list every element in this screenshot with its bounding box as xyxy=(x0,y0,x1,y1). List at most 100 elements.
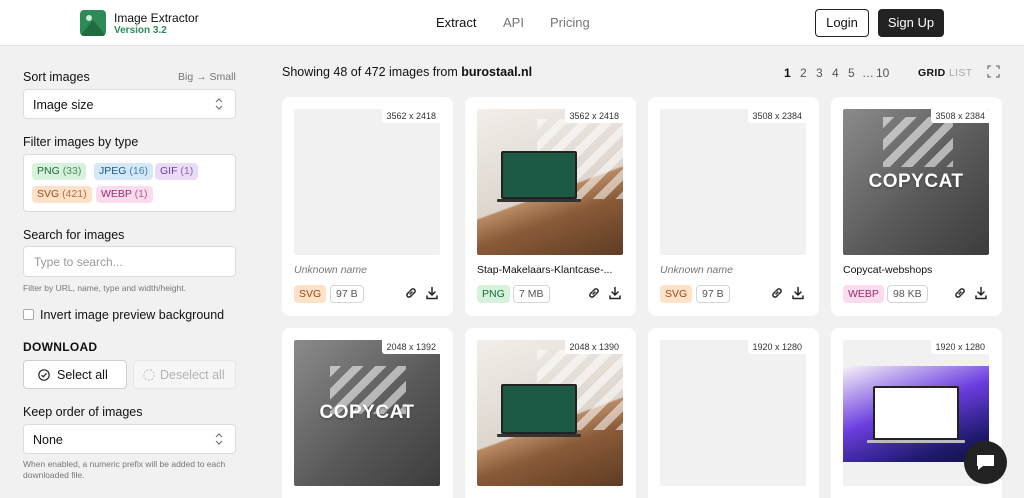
image-size-badge: 98 KB xyxy=(887,285,928,303)
sort-hint: Big → Small xyxy=(178,71,236,83)
sort-label: Sort images xyxy=(23,70,90,84)
view-list-toggle[interactable]: LIST xyxy=(949,67,972,79)
sort-select[interactable]: Image size xyxy=(23,89,236,119)
app-logo-icon[interactable] xyxy=(80,10,106,36)
filter-box: PNG (33) JPEG (16) GIF (1) SVG (421) WEB… xyxy=(23,154,236,212)
nav-api[interactable]: API xyxy=(503,15,524,30)
fullscreen-icon[interactable] xyxy=(987,65,1000,78)
deselect-all-button[interactable]: Deselect all xyxy=(133,360,236,389)
image-card[interactable]: 3562 x 2418 Unknown name SVG 97 B xyxy=(282,97,453,316)
link-icon[interactable] xyxy=(770,286,784,300)
page-4[interactable]: 4 xyxy=(832,66,839,80)
page-2[interactable]: 2 xyxy=(800,66,807,80)
invert-checkbox[interactable] xyxy=(23,309,34,320)
filter-tag-jpeg[interactable]: JPEG (16) xyxy=(94,163,154,180)
link-icon[interactable] xyxy=(404,286,418,300)
image-name: Unknown name xyxy=(294,264,367,276)
sort-hint-to: Small xyxy=(209,71,236,83)
image-thumbnail[interactable]: 2048 x 1392 COPYCAT xyxy=(294,340,440,486)
image-card[interactable]: 3508 x 2384 COPYCAT Copycat-webshops WEB… xyxy=(831,97,1002,316)
select-all-button[interactable]: Select all xyxy=(23,360,127,389)
page-ellipsis: … xyxy=(862,66,874,80)
order-note: When enabled, a numeric prefix will be a… xyxy=(23,459,226,480)
image-dimensions: 2048 x 1392 xyxy=(382,340,440,354)
view-grid-toggle[interactable]: GRID xyxy=(918,67,945,79)
arrow-right-icon: → xyxy=(196,71,207,83)
filter-tag-webp[interactable]: WEBP (1) xyxy=(96,186,153,203)
image-type-badge: SVG xyxy=(660,285,693,303)
filter-type: SVG xyxy=(37,188,60,200)
filter-count: (1) xyxy=(180,165,194,177)
image-dimensions: 3562 x 2418 xyxy=(565,109,623,123)
image-thumbnail[interactable]: 3562 x 2418 xyxy=(294,109,440,255)
page-10[interactable]: 10 xyxy=(876,66,889,80)
image-dimensions: 3508 x 2384 xyxy=(931,109,989,123)
image-type-badge: SVG xyxy=(294,285,327,303)
chat-bubble-icon xyxy=(977,455,994,470)
order-select[interactable]: None xyxy=(23,424,236,454)
sidebar: Sort images Big → Small Image size Filte… xyxy=(0,46,258,498)
filter-label: Filter images by type xyxy=(23,135,139,149)
image-card[interactable]: 2048 x 1390 xyxy=(465,328,636,498)
download-title: DOWNLOAD xyxy=(23,340,98,354)
image-size-badge: 7 MB xyxy=(513,285,550,303)
image-name: Unknown name xyxy=(660,264,733,276)
login-button[interactable]: Login xyxy=(815,9,869,37)
signup-button[interactable]: Sign Up xyxy=(878,9,944,37)
invert-label[interactable]: Invert image preview background xyxy=(40,308,224,322)
filter-count: (33) xyxy=(62,165,82,177)
laptop-base xyxy=(497,434,581,437)
filter-tag-png[interactable]: PNG (33) xyxy=(32,163,87,180)
download-icon[interactable] xyxy=(425,286,439,300)
filter-type: PNG xyxy=(37,165,60,177)
image-thumbnail[interactable]: 3508 x 2384 xyxy=(660,109,806,255)
deselect-all-label: Deselect all xyxy=(160,368,225,382)
nav-extract[interactable]: Extract xyxy=(436,15,476,30)
copycat-overlay-text: COPYCAT xyxy=(319,402,415,423)
page-1[interactable]: 1 xyxy=(784,66,791,80)
image-thumbnail[interactable]: 3508 x 2384 COPYCAT xyxy=(843,109,989,255)
filter-type: WEBP xyxy=(101,188,132,200)
link-icon[interactable] xyxy=(587,286,601,300)
filter-type: JPEG xyxy=(99,165,127,177)
download-icon[interactable] xyxy=(608,286,622,300)
select-all-label: Select all xyxy=(57,368,108,382)
download-icon[interactable] xyxy=(974,286,988,300)
image-name: Stap-Makelaars-Klantcase-... xyxy=(477,264,613,276)
laptop-screen xyxy=(501,151,577,199)
search-input[interactable] xyxy=(23,246,236,277)
chevron-up-down-icon xyxy=(215,433,223,445)
app-title[interactable]: Image Extractor xyxy=(114,11,199,25)
image-card[interactable]: 1920 x 1280 xyxy=(648,328,819,498)
page-3[interactable]: 3 xyxy=(816,66,823,80)
check-circle-icon xyxy=(38,369,50,381)
image-dimensions: 3562 x 2418 xyxy=(382,109,440,123)
results-summary: Showing 48 of 472 images from burostaal.… xyxy=(282,65,532,79)
image-dimensions: 3508 x 2384 xyxy=(748,109,806,123)
download-icon[interactable] xyxy=(791,286,805,300)
filter-tag-gif[interactable]: GIF (1) xyxy=(155,163,199,180)
laptop-base xyxy=(867,440,965,443)
sort-hint-from: Big xyxy=(178,71,194,83)
image-thumbnail[interactable]: 3562 x 2418 xyxy=(477,109,623,255)
image-type-badge: PNG xyxy=(477,285,510,303)
link-icon[interactable] xyxy=(953,286,967,300)
image-thumbnail[interactable]: 2048 x 1390 xyxy=(477,340,623,486)
filter-tag-svg[interactable]: SVG (421) xyxy=(32,186,92,203)
image-card[interactable]: 3562 x 2418 Stap-Makelaars-Klantcase-...… xyxy=(465,97,636,316)
chat-button[interactable] xyxy=(964,441,1007,484)
top-bar: Image Extractor Version 3.2 Extract API … xyxy=(0,0,1024,46)
laptop-screen xyxy=(873,386,959,440)
results-count-text: Showing 48 of 472 images from xyxy=(282,65,458,79)
image-dimensions: 2048 x 1390 xyxy=(565,340,623,354)
filter-count: (16) xyxy=(129,165,149,177)
image-card[interactable]: 2048 x 1392 COPYCAT xyxy=(282,328,453,498)
page-5[interactable]: 5 xyxy=(848,66,855,80)
image-card[interactable]: 3508 x 2384 Unknown name SVG 97 B xyxy=(648,97,819,316)
image-dimensions: 1920 x 1280 xyxy=(748,340,806,354)
image-name: Copycat-webshops xyxy=(843,264,933,276)
image-thumbnail[interactable]: 1920 x 1280 xyxy=(660,340,806,486)
image-dimensions: 1920 x 1280 xyxy=(931,340,989,354)
nav-pricing[interactable]: Pricing xyxy=(550,15,590,30)
app-version: Version 3.2 xyxy=(114,25,167,36)
